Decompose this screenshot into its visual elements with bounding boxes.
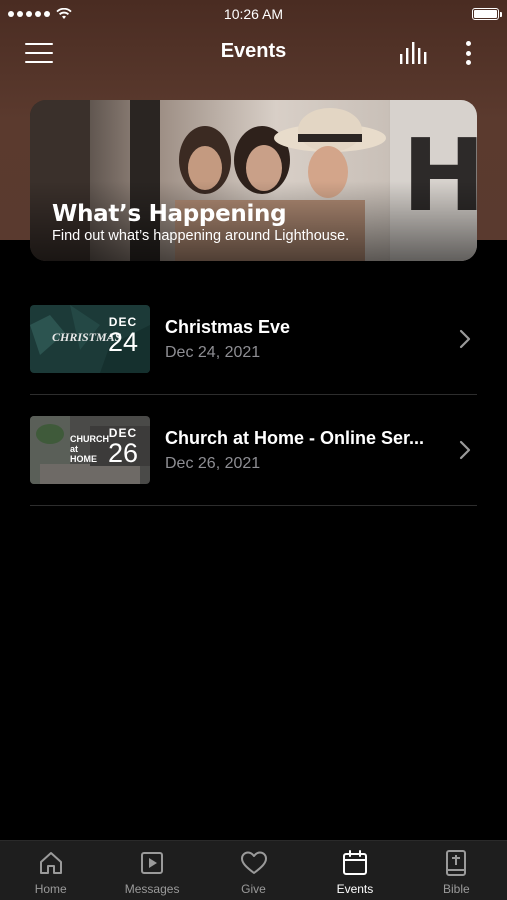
chevron-right-icon (459, 440, 471, 460)
tab-label: Bible (442, 882, 470, 896)
tab-bible[interactable]: Bible (406, 841, 507, 900)
wifi-icon (56, 8, 72, 19)
thumbnail-day: 26 (107, 438, 138, 468)
event-title: Church at Home - Online Ser... (165, 428, 425, 448)
svg-text:CHURCH: CHURCH (70, 434, 109, 444)
thumbnail-date: DEC 26 (108, 426, 138, 467)
tab-label: Home (34, 882, 67, 896)
play-square-icon (141, 852, 164, 874)
status-time: 10:26 AM (223, 6, 284, 22)
calendar-icon (342, 850, 367, 875)
thumbnail-date: DEC 24 (108, 315, 138, 356)
thumbnail-day: 24 (107, 327, 138, 357)
events-list: CHRISTMAS DEC 24 Christmas Eve Dec 24, 2… (30, 284, 477, 506)
tab-label: Events (336, 882, 374, 896)
event-title: Christmas Eve (165, 317, 291, 337)
event-thumbnail: CHRISTMAS DEC 24 (30, 305, 150, 373)
status-bar: 10:26 AM (0, 0, 507, 28)
signal-icon (8, 11, 50, 17)
tab-label: Give (241, 882, 266, 896)
svg-text:at: at (70, 444, 78, 454)
whats-happening-banner[interactable]: H What’s Happening Find out what’s happe… (30, 100, 477, 261)
home-icon (39, 852, 62, 874)
tab-home[interactable]: Home (0, 841, 101, 900)
event-date: Dec 26, 2021 (165, 455, 261, 472)
event-row-christmas-eve[interactable]: CHRISTMAS DEC 24 Christmas Eve Dec 24, 2… (30, 284, 477, 395)
tab-events[interactable]: Events (304, 841, 405, 900)
banner-subtitle: Find out what’s happening around Lightho… (52, 228, 350, 244)
status-signal (8, 8, 72, 20)
event-date: Dec 24, 2021 (165, 344, 261, 361)
tab-bar: Home Messages Give Events Bible (0, 840, 507, 900)
tab-messages[interactable]: Messages (101, 841, 202, 900)
svg-text:HOME: HOME (70, 454, 97, 464)
event-row-church-at-home[interactable]: CHURCH at HOME DEC 26 Church at Home - O… (30, 395, 477, 506)
more-options-icon[interactable] (458, 39, 478, 67)
event-thumbnail: CHURCH at HOME DEC 26 (30, 416, 150, 484)
banner-title: What’s Happening (52, 201, 287, 227)
nav-bar: Events (0, 28, 507, 78)
tab-give[interactable]: Give (203, 841, 304, 900)
chevron-right-icon (459, 329, 471, 349)
bible-icon (446, 850, 467, 876)
battery-icon (472, 8, 502, 20)
heart-icon (240, 851, 267, 874)
audio-bars-icon[interactable] (398, 40, 432, 66)
tab-label: Messages (124, 882, 180, 896)
